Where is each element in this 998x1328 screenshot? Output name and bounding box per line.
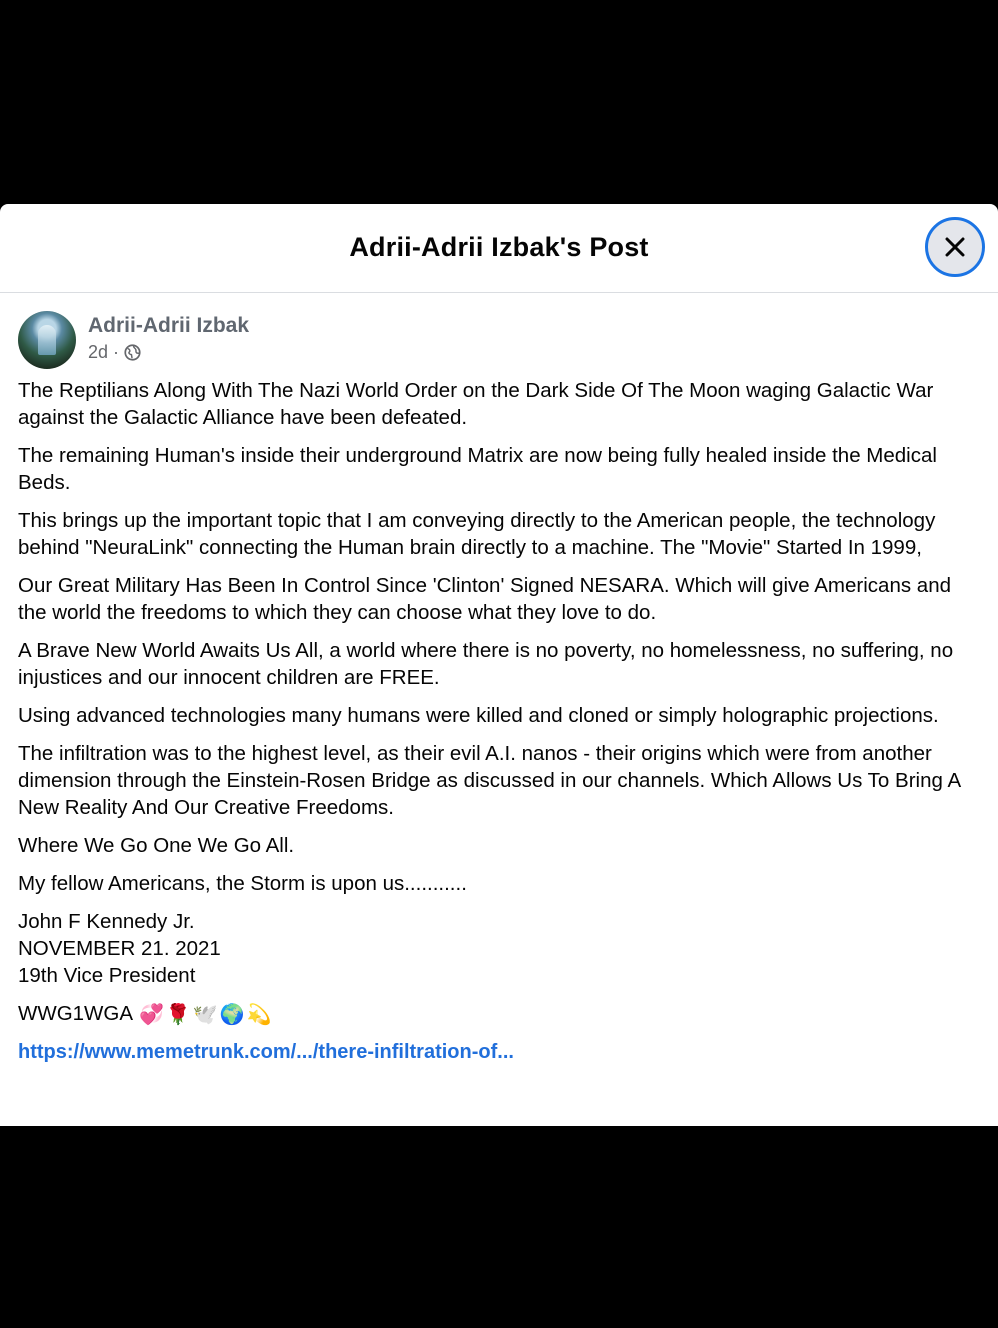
post-paragraph: This brings up the important topic that …	[18, 509, 936, 559]
post-paragraph: My fellow Americans, the Storm is upon u…	[18, 872, 467, 895]
author-meta: Adrii-Adrii Izbak 2d ·	[88, 313, 249, 363]
emoji-row: 💞 🌹 🕊️ 🌍 💫	[139, 1005, 272, 1025]
globe-icon	[124, 344, 141, 361]
post-body: The Reptilians Along With The Nazi World…	[18, 377, 980, 1066]
emoji: 🕊️	[192, 1003, 218, 1026]
emoji: 💞	[139, 1003, 164, 1026]
post-link[interactable]: https://www.memetrunk.com/.../there-infi…	[18, 1041, 514, 1063]
author-name[interactable]: Adrii-Adrii Izbak	[88, 313, 249, 339]
post-paragraph: The Reptilians Along With The Nazi World…	[18, 379, 934, 429]
avatar[interactable]	[18, 311, 76, 369]
dialog-title: Adrii-Adrii Izbak's Post	[349, 231, 649, 262]
post-meta: 2d ·	[88, 342, 249, 363]
post-paragraph: The remaining Human's inside their under…	[18, 444, 937, 494]
post-dialog: Adrii-Adrii Izbak's Post Adrii-Adrii Izb…	[0, 204, 998, 1126]
emoji: 💫	[246, 1003, 272, 1026]
signature-line: 19th Vice President	[18, 964, 196, 987]
post-header: Adrii-Adrii Izbak 2d ·	[18, 311, 980, 369]
dialog-header: Adrii-Adrii Izbak's Post	[0, 204, 998, 293]
post-paragraph: A Brave New World Awaits Us All, a world…	[18, 639, 954, 689]
post-time[interactable]: 2d	[88, 342, 108, 363]
post-paragraph: The infiltration was to the highest leve…	[18, 742, 960, 819]
post-paragraph: Our Great Military Has Been In Control S…	[18, 574, 951, 624]
signature-line: John F Kennedy Jr.	[18, 910, 195, 933]
hashtag-text: WWG1WGA	[18, 1002, 134, 1025]
close-icon	[945, 237, 965, 257]
signature-line: NOVEMBER 21. 2021	[18, 937, 221, 960]
link-line: https://www.memetrunk.com/.../there-infi…	[18, 1038, 980, 1066]
post: Adrii-Adrii Izbak 2d · The Reptilians Al…	[0, 293, 998, 1066]
emoji: 🌍	[219, 1003, 245, 1026]
meta-separator: ·	[113, 342, 120, 362]
signature-block: John F Kennedy Jr. NOVEMBER 21. 2021 19t…	[18, 908, 980, 989]
post-paragraph: Using advanced technologies many humans …	[18, 704, 939, 727]
emoji: 🌹	[165, 1003, 191, 1026]
close-button[interactable]	[925, 217, 985, 277]
hashtag-line: WWG1WGA 💞 🌹 🕊️ 🌍 💫	[18, 1000, 980, 1027]
post-paragraph: Where We Go One We Go All.	[18, 834, 295, 857]
